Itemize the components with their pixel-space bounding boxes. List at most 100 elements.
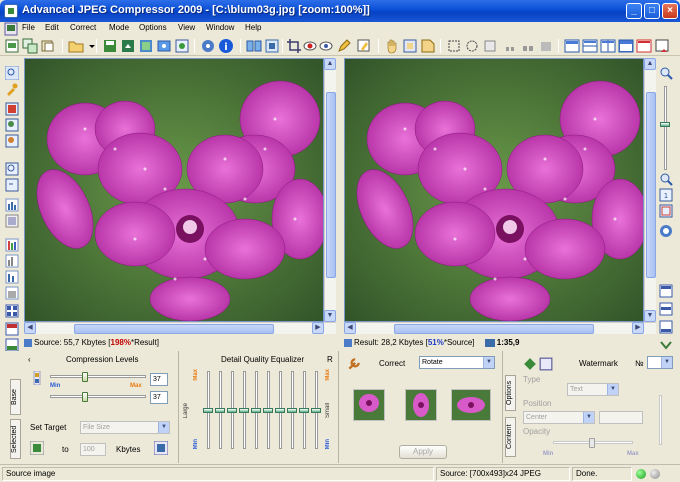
- menu-options[interactable]: Options: [139, 23, 167, 32]
- source-vscroll-thumb[interactable]: [326, 92, 336, 278]
- eq-slider-thumb[interactable]: [239, 407, 249, 413]
- result-scroll-right-button[interactable]: ▶: [632, 322, 644, 334]
- target-settings-icon[interactable]: [153, 440, 169, 456]
- layout-tile-icon[interactable]: [564, 38, 580, 54]
- source-vertical-scrollbar[interactable]: ▲ ▼: [324, 58, 336, 322]
- compression-value-2[interactable]: 37: [150, 391, 168, 404]
- zoom-slider-thumb[interactable]: [660, 122, 670, 127]
- tab-content[interactable]: Content: [505, 417, 516, 457]
- zoom-out-icon[interactable]: [5, 178, 19, 192]
- layout-vertical-icon[interactable]: [600, 38, 616, 54]
- scroll-right-button[interactable]: ▶: [312, 322, 324, 334]
- eq-slider-thumb[interactable]: [227, 407, 237, 413]
- collapse-arrow-icon[interactable]: ‹: [28, 355, 31, 364]
- menu-correct[interactable]: Correct: [70, 23, 96, 32]
- result-scroll-down-button[interactable]: ▼: [644, 310, 656, 322]
- watermark-number-select[interactable]: ▼: [647, 356, 673, 369]
- redeye-icon[interactable]: [302, 38, 318, 54]
- rotate-left-thumb[interactable]: [353, 389, 385, 421]
- watermark-add-icon[interactable]: [523, 357, 536, 370]
- ellipse-select-icon[interactable]: [464, 38, 480, 54]
- app-icon[interactable]: [4, 4, 18, 18]
- source-image-view[interactable]: [24, 58, 324, 322]
- curves-icon[interactable]: [5, 254, 19, 268]
- apply-button[interactable]: Apply: [399, 445, 447, 459]
- maximize-button[interactable]: □: [644, 3, 660, 19]
- fit-icon[interactable]: [5, 214, 19, 228]
- opacity-slider-thumb[interactable]: [589, 438, 595, 448]
- position-offset-input[interactable]: [599, 411, 643, 424]
- lasso-select-icon[interactable]: [482, 38, 498, 54]
- scroll-left-button[interactable]: ◀: [24, 322, 36, 334]
- equalizer-reset[interactable]: R: [327, 355, 333, 364]
- scroll-up-button[interactable]: ▲: [324, 58, 336, 70]
- menu-file[interactable]: File: [22, 23, 35, 32]
- position-select[interactable]: Center ▼: [523, 411, 595, 424]
- eq-slider-thumb[interactable]: [263, 407, 273, 413]
- target-value-input[interactable]: 100: [80, 443, 106, 456]
- actual-size-icon[interactable]: 1: [659, 188, 673, 202]
- panel-top-icon[interactable]: [659, 284, 673, 298]
- save-selected-icon[interactable]: [138, 38, 154, 54]
- help-icon[interactable]: i: [218, 38, 234, 54]
- compression-slider-2-thumb[interactable]: [82, 392, 88, 402]
- result-hscroll-thumb[interactable]: [394, 324, 594, 334]
- export-icon[interactable]: [156, 38, 172, 54]
- rotate-right-thumb[interactable]: [451, 389, 491, 421]
- zoom-out-right-icon[interactable]: [659, 172, 673, 186]
- compression-slider-1-thumb[interactable]: [82, 372, 88, 382]
- eq-slider-thumb[interactable]: [311, 407, 321, 413]
- result-scroll-left-button[interactable]: ◀: [344, 322, 356, 334]
- panel-middle-icon[interactable]: [659, 302, 673, 316]
- compare-view-icon[interactable]: [5, 338, 19, 352]
- target-apply-icon[interactable]: [29, 440, 45, 456]
- fullscreen-icon[interactable]: [636, 38, 652, 54]
- zoom-tool-icon[interactable]: [402, 38, 418, 54]
- correct-select[interactable]: Rotate ▼: [419, 356, 495, 369]
- brightness-icon[interactable]: [5, 286, 19, 300]
- eq-slider-thumb[interactable]: [299, 407, 309, 413]
- target-type-select[interactable]: File Size ▼: [80, 421, 170, 434]
- tab-options[interactable]: Options: [505, 375, 516, 411]
- rect-select-icon[interactable]: [446, 38, 462, 54]
- layout-horizontal-icon[interactable]: [582, 38, 598, 54]
- panel-toggle-icon[interactable]: [659, 338, 673, 352]
- zoom-in-icon[interactable]: [4, 65, 20, 81]
- layout-single-icon[interactable]: [618, 38, 634, 54]
- eye-icon[interactable]: [318, 38, 334, 54]
- edit-icon[interactable]: [336, 38, 352, 54]
- fit-window-icon[interactable]: [659, 204, 673, 218]
- open-folder-icon[interactable]: [68, 38, 84, 54]
- grid-small-icon[interactable]: [502, 38, 518, 54]
- comment-icon[interactable]: [356, 38, 372, 54]
- new-icon[interactable]: [4, 38, 20, 54]
- tab-selected[interactable]: Selected: [10, 419, 21, 459]
- split-view-icon[interactable]: [5, 322, 19, 336]
- rotate-vertical-thumb[interactable]: [405, 389, 437, 421]
- close-button[interactable]: ×: [662, 3, 678, 19]
- copy-icon[interactable]: [40, 38, 56, 54]
- select-tool-icon[interactable]: [420, 38, 436, 54]
- menu-window[interactable]: Window: [206, 23, 234, 32]
- eyedropper-icon[interactable]: [5, 82, 19, 96]
- source-horizontal-scrollbar[interactable]: ◀ ▶: [24, 322, 336, 334]
- save-as-icon[interactable]: [120, 38, 136, 54]
- save-icon[interactable]: [102, 38, 118, 54]
- preview-icon[interactable]: [174, 38, 190, 54]
- exit-icon[interactable]: [654, 38, 670, 54]
- compare-icon[interactable]: [246, 38, 262, 54]
- zoom-width-icon[interactable]: [5, 118, 19, 132]
- grid-medium-icon[interactable]: [520, 38, 536, 54]
- eq-slider-thumb[interactable]: [287, 407, 297, 413]
- source-hscroll-thumb[interactable]: [74, 324, 274, 334]
- levels-icon[interactable]: [5, 238, 19, 252]
- navigator-icon[interactable]: [659, 224, 673, 238]
- crop-icon[interactable]: [286, 38, 302, 54]
- chevron-down-icon[interactable]: [84, 38, 95, 54]
- watermark-image-icon[interactable]: [539, 357, 553, 371]
- minimize-button[interactable]: _: [626, 3, 642, 19]
- grid-view-icon[interactable]: [5, 304, 19, 318]
- batch-icon[interactable]: [22, 38, 38, 54]
- result-scroll-up-button[interactable]: ▲: [644, 58, 656, 70]
- grid-large-icon[interactable]: [538, 38, 554, 54]
